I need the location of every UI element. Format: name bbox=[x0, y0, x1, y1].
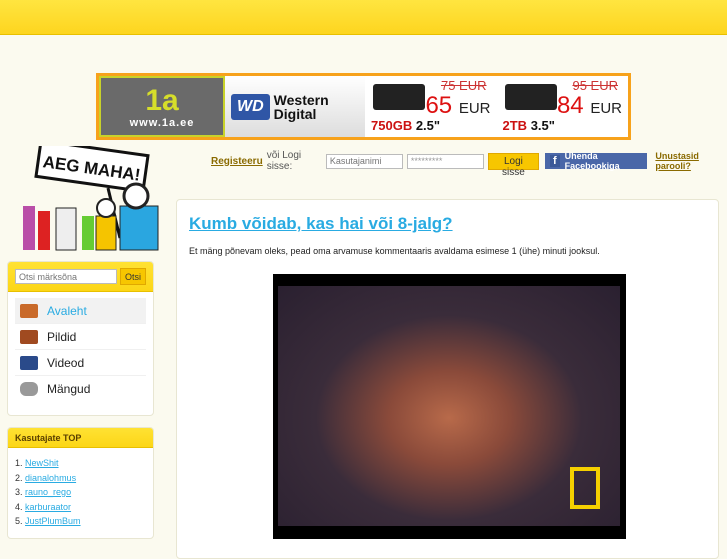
login-button[interactable]: Logi sisse bbox=[487, 152, 539, 178]
national-geographic-logo bbox=[570, 467, 600, 509]
video-icon bbox=[20, 355, 38, 370]
user-link[interactable]: dianalohmus bbox=[25, 473, 76, 483]
list-item: 4. karburaator bbox=[15, 501, 72, 512]
site-logo[interactable]: AEG MAHA! bbox=[8, 146, 160, 252]
facebook-connect-button[interactable]: f Ühenda Facebookiga bbox=[544, 151, 648, 171]
video-player[interactable] bbox=[273, 274, 626, 539]
product-offer: 75 EUR 65 EUR 750GB 2.5" bbox=[371, 78, 491, 133]
forgot-password-link[interactable]: Unustasid parooli? bbox=[655, 151, 727, 171]
article-title[interactable]: Kumb võidab, kas hai või 8-jalg? bbox=[189, 214, 453, 234]
1a-logo: 1a www.1a.ee bbox=[99, 76, 225, 137]
ad-banner[interactable]: 1a www.1a.ee WD Western Digital 75 EUR 65 EU… bbox=[96, 73, 631, 140]
pictures-icon bbox=[20, 329, 38, 344]
wd-logo: WD Western Digital bbox=[225, 76, 365, 137]
login-form: Registeeru või Logi sisse: Logi sisse fÜ… bbox=[211, 150, 727, 178]
gamepad-icon bbox=[20, 382, 38, 396]
user-link[interactable]: JustPlumBum bbox=[25, 516, 81, 526]
search-button[interactable]: Otsi bbox=[120, 268, 147, 285]
user-top-box: Kasutajate TOP 1. NewShit 2. dianalohmus… bbox=[7, 427, 154, 539]
password-input[interactable] bbox=[406, 153, 484, 169]
nav-item-mangud[interactable]: Mängud bbox=[15, 376, 146, 402]
top-bar bbox=[0, 0, 727, 35]
list-item: 5. JustPlumBum bbox=[15, 516, 81, 526]
list-item: 1. NewShit bbox=[15, 458, 59, 468]
home-icon bbox=[20, 303, 38, 318]
nav-item-pildid[interactable]: Pildid bbox=[15, 324, 146, 350]
nav-item-avaleht[interactable]: Avaleht bbox=[15, 298, 146, 324]
user-link[interactable]: rauno_rego bbox=[25, 487, 71, 497]
user-top-title: Kasutajate TOP bbox=[8, 428, 153, 448]
register-link[interactable]: Registeeru bbox=[211, 156, 263, 167]
hard-drive-image bbox=[373, 84, 425, 110]
username-input[interactable] bbox=[325, 153, 403, 169]
facebook-icon: f bbox=[549, 155, 560, 167]
article-description: Et mäng põnevam oleks, pead oma arvamuse… bbox=[189, 246, 600, 256]
list-item: 3. rauno_rego bbox=[15, 487, 72, 497]
product-offer: 95 EUR 84 EUR 2TB 3.5" bbox=[502, 78, 623, 133]
nav-item-videod[interactable]: Videod bbox=[15, 350, 146, 376]
list-item: 2. dianalohmus bbox=[15, 472, 77, 483]
hard-drive-image bbox=[504, 84, 557, 110]
user-link[interactable]: NewShit bbox=[25, 458, 59, 468]
search-input[interactable] bbox=[15, 269, 117, 284]
user-link[interactable]: karburaator bbox=[25, 502, 71, 512]
article: Kumb võidab, kas hai või 8-jalg? Et mäng… bbox=[176, 199, 719, 559]
sidebar-menu: Otsi Avaleht Pildid Videod Mängud bbox=[7, 261, 154, 416]
banner-url: www.1a.ee bbox=[129, 116, 195, 129]
